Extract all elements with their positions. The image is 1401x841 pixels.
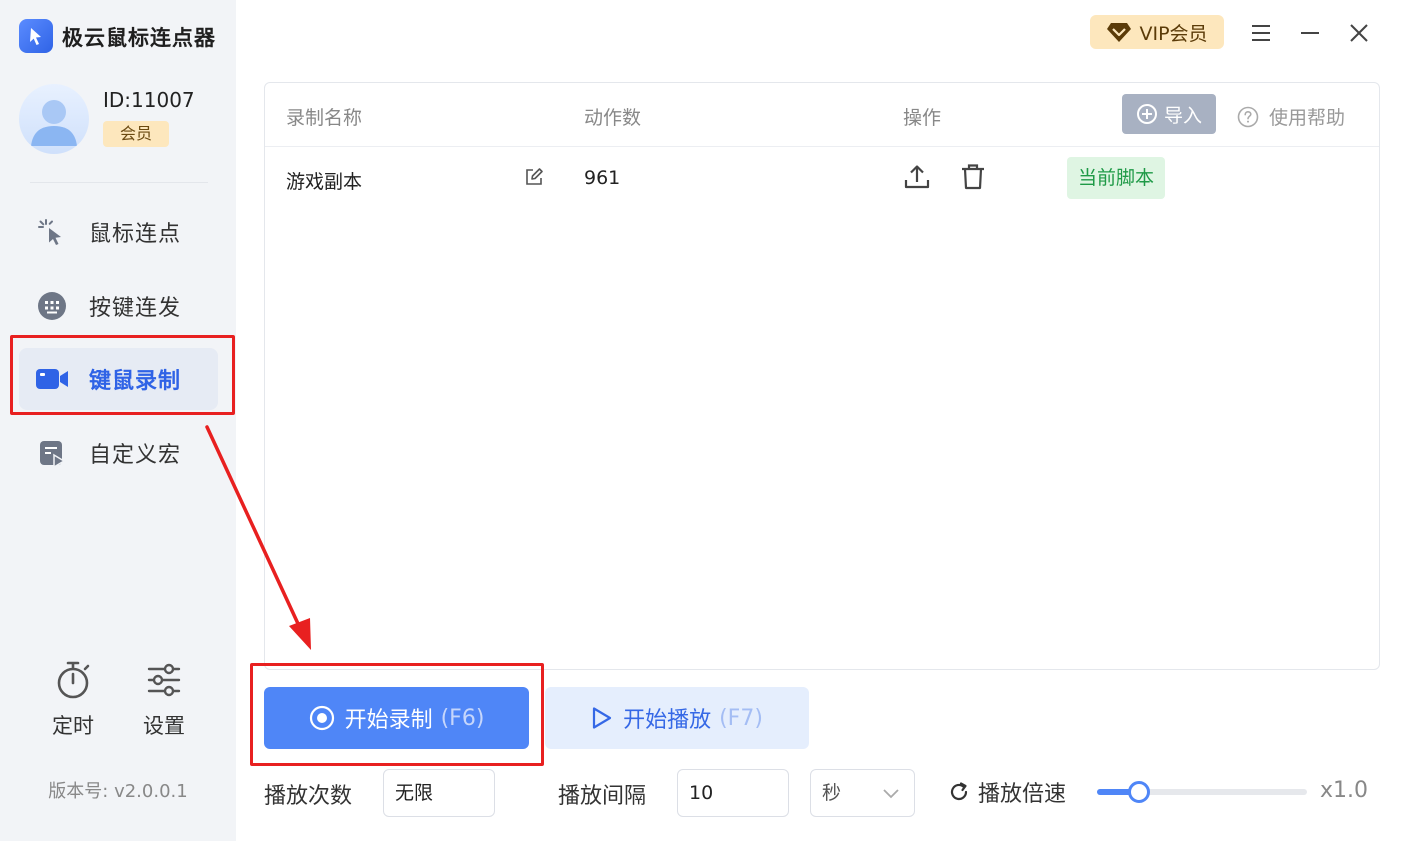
vip-label: VIP会员 [1139, 22, 1208, 45]
vip-button[interactable]: VIP会员 [1090, 15, 1224, 49]
import-label: 导入 [1163, 104, 1202, 127]
settings-button[interactable]: 设置 [134, 660, 194, 740]
macro-icon [35, 436, 69, 470]
hamburger-icon [1252, 25, 1270, 41]
column-header-actions: 动作数 [584, 107, 642, 129]
play-label: 开始播放 [623, 708, 712, 733]
close-button[interactable] [1346, 20, 1372, 46]
annotation-box-record [250, 663, 544, 766]
edit-icon[interactable] [524, 167, 544, 191]
speed-label-group: 播放倍速 [948, 776, 1066, 808]
stopwatch-icon [54, 661, 92, 704]
refresh-icon [950, 782, 968, 801]
table-row[interactable] [265, 147, 1379, 211]
sidebar-divider [30, 182, 208, 183]
minimize-button[interactable] [1297, 20, 1323, 46]
play-count-label: 播放次数 [264, 784, 353, 809]
play-icon [592, 707, 612, 729]
app-logo-icon [19, 19, 53, 53]
sidebar-item-label: 自定义宏 [89, 443, 182, 468]
play-count-input[interactable]: 无限 [383, 769, 495, 817]
column-header-name: 录制名称 [286, 107, 363, 129]
diamond-icon [1107, 23, 1132, 42]
member-badge: 会员 [103, 121, 169, 147]
speed-slider-thumb[interactable] [1128, 781, 1150, 803]
keyboard-icon [35, 289, 69, 323]
settings-label: 设置 [143, 714, 185, 738]
sidebar-item-label: 按键连发 [89, 296, 182, 321]
action-count: 961 [584, 167, 621, 189]
table-header: 录制名称 动作数 操作 导入 使用帮助 [265, 83, 1379, 147]
question-circle-icon [1237, 106, 1259, 127]
avatar[interactable] [19, 84, 89, 154]
start-play-button[interactable]: 开始播放 (F7) [545, 687, 809, 749]
export-icon[interactable] [903, 163, 931, 195]
speed-label: 播放倍速 [978, 782, 1067, 807]
trash-icon[interactable] [960, 163, 986, 195]
menu-button[interactable] [1248, 20, 1274, 46]
mouse-click-icon [35, 215, 69, 249]
help-link[interactable]: 使用帮助 [1237, 103, 1345, 130]
sliders-icon [145, 663, 183, 704]
user-id: ID:11007 [103, 88, 195, 112]
interval-label: 播放间隔 [558, 784, 647, 809]
sidebar-item-macro[interactable]: 自定义宏 [19, 422, 218, 484]
close-icon [1350, 24, 1368, 42]
speed-value: x1.0 [1320, 778, 1369, 803]
help-label: 使用帮助 [1269, 107, 1346, 129]
current-script-tag: 当前脚本 [1067, 157, 1165, 199]
annotation-box-sidebar [10, 335, 235, 415]
minimize-icon [1301, 32, 1319, 34]
import-button[interactable]: 导入 [1122, 94, 1216, 134]
interval-unit-value: 秒 [822, 782, 842, 804]
timer-label: 定时 [52, 714, 94, 738]
script-name: 游戏副本 [286, 171, 363, 193]
chevron-down-icon [883, 789, 899, 799]
timer-button[interactable]: 定时 [43, 660, 103, 740]
script-table: 录制名称 动作数 操作 导入 使用帮助 游戏副本 961 当前脚本 [264, 82, 1380, 670]
sidebar-item-label: 鼠标连点 [89, 222, 182, 247]
interval-input[interactable]: 10 [677, 769, 789, 817]
play-hotkey: (F7) [719, 705, 763, 731]
sidebar: 极云鼠标连点器 ID:11007 会员 鼠标连点 按键连发 键鼠录制 自定义宏 … [0, 0, 236, 841]
interval-unit-select[interactable]: 秒 [810, 769, 915, 817]
plus-circle-icon [1136, 104, 1157, 124]
sidebar-item-mouse-click[interactable]: 鼠标连点 [19, 201, 218, 263]
app-title: 极云鼠标连点器 [62, 26, 216, 50]
sidebar-item-key-repeat[interactable]: 按键连发 [19, 275, 218, 337]
column-header-operations: 操作 [903, 107, 942, 129]
version-label: 版本号: v2.0.0.1 [48, 781, 188, 802]
